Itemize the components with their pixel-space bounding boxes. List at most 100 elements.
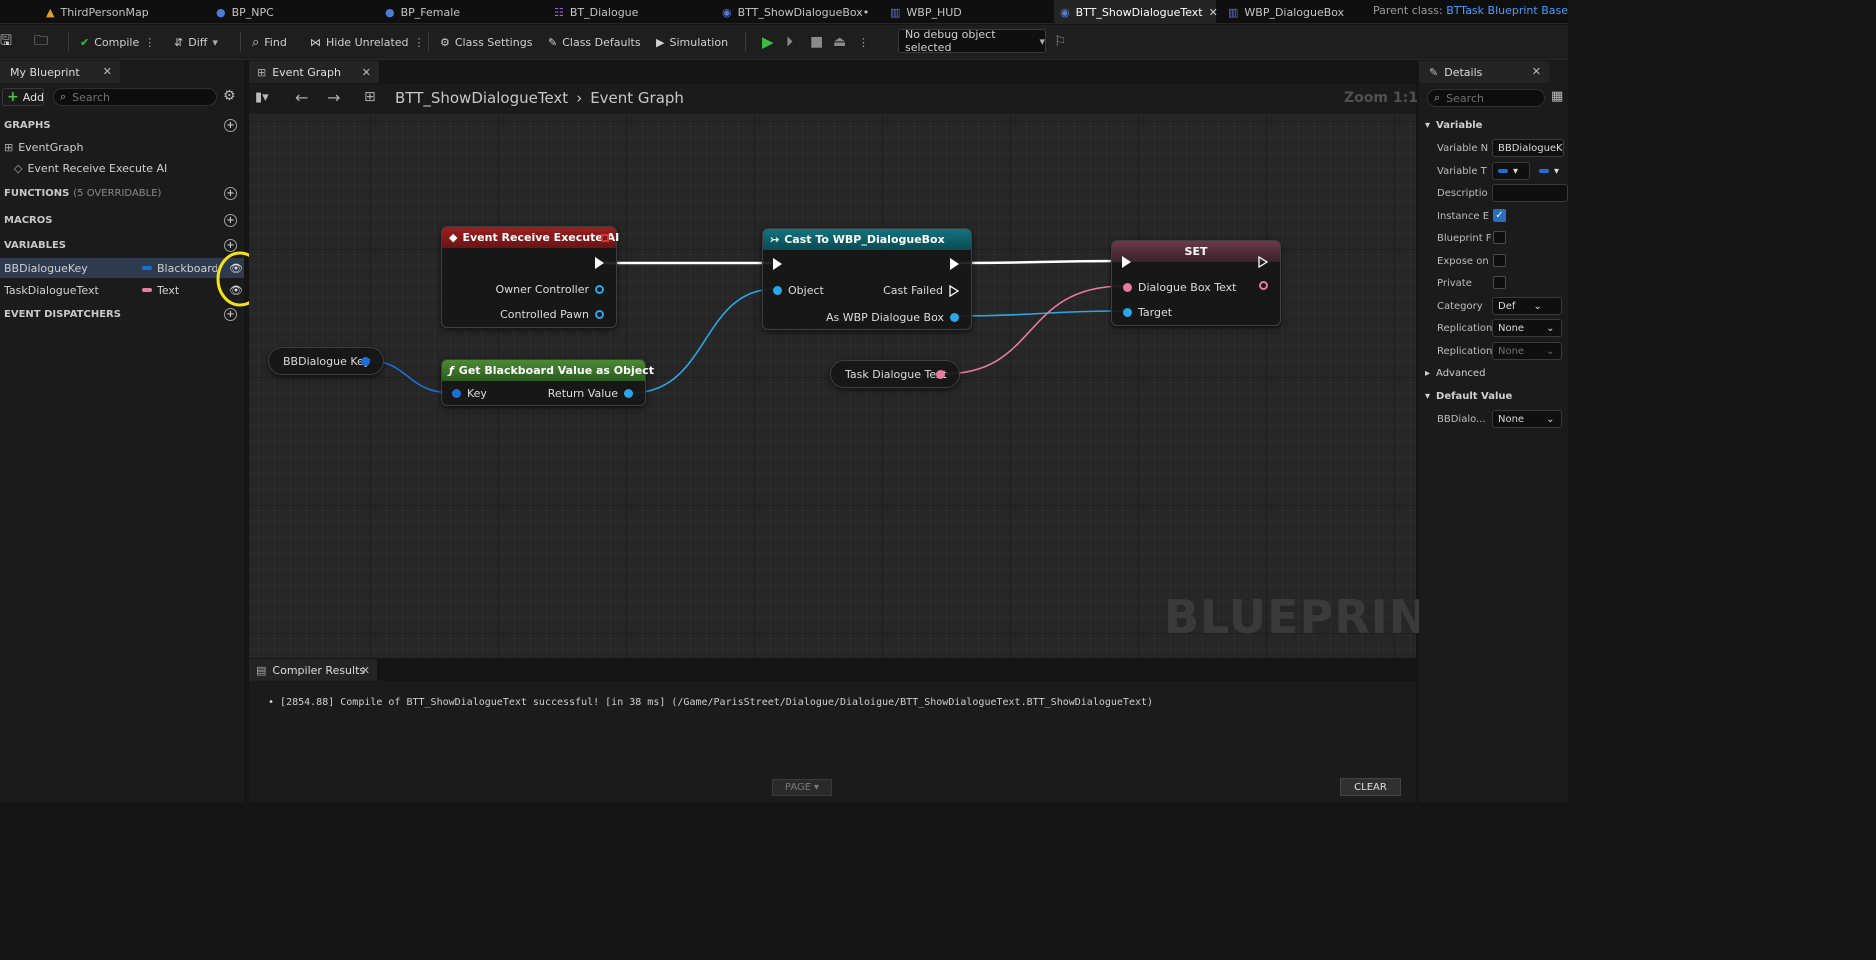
node-cast-to-wbp-dialoguebox[interactable]: ↣ Cast To WBP_DialogueBox Object Cast Fai…: [762, 228, 972, 330]
tab-btt-showdialoguebox[interactable]: ◉ BTT_ShowDialogueBox•: [722, 0, 869, 24]
event-graph-tab[interactable]: ⊞ Event Graph ✕: [249, 61, 379, 83]
close-icon[interactable]: ✕: [362, 66, 371, 79]
replication-select[interactable]: None ⌄: [1492, 319, 1562, 337]
blueprint-readonly-checkbox[interactable]: [1493, 231, 1506, 244]
details-tab[interactable]: ✎ Details ✕: [1419, 61, 1549, 83]
close-icon[interactable]: ✕: [361, 664, 370, 677]
pin-controlled-pawn[interactable]: Controlled Pawn: [500, 308, 604, 321]
browse-icon[interactable]: 🗀: [34, 31, 48, 53]
exec-in-pin[interactable]: [773, 258, 782, 270]
pin-target[interactable]: Target: [1123, 306, 1172, 319]
breadcrumb-root[interactable]: BTT_ShowDialogueText: [395, 89, 568, 107]
default-value-section-header[interactable]: ▾ Default Value: [1419, 385, 1568, 407]
variable-name-input[interactable]: BBDialogueK: [1492, 139, 1564, 157]
tab-thirdpersonmap[interactable]: ▲ ThirdPersonMap: [46, 0, 149, 24]
exec-out-pin[interactable]: [1258, 256, 1268, 268]
tab-bp-female[interactable]: ● BP_Female: [385, 0, 460, 24]
search-input[interactable]: ⌕ Search: [53, 88, 217, 106]
variable-section-header[interactable]: ▾ Variable: [1419, 114, 1568, 136]
compile-button[interactable]: ✔ Compile ⋮: [80, 31, 155, 53]
forward-arrow-icon[interactable]: →: [327, 88, 340, 107]
delegate-pin[interactable]: [601, 233, 609, 242]
expose-on-spawn-checkbox[interactable]: [1493, 254, 1506, 267]
compiler-results-tab[interactable]: ▤ Compiler Results ✕: [249, 659, 377, 681]
my-blueprint-tab[interactable]: My Blueprint ✕: [0, 61, 120, 83]
macros-section-header[interactable]: MACROS +: [0, 209, 244, 231]
tab-bp-npc[interactable]: ● BP_NPC: [216, 0, 274, 24]
bookmark-icon[interactable]: ▮▾: [255, 90, 269, 105]
play-button[interactable]: ▶: [762, 31, 774, 53]
pin-dialogue-box-text-out[interactable]: [1259, 281, 1268, 290]
graph-item-eventgraph[interactable]: ⊞ EventGraph: [0, 137, 244, 157]
node-get-blackboard-value[interactable]: ƒ Get Blackboard Value as Object Key Retu…: [441, 359, 654, 406]
category-select[interactable]: Def ⌄: [1492, 297, 1562, 315]
add-function-icon[interactable]: +: [224, 187, 237, 200]
pin-as-wbp-dialogue-box[interactable]: As WBP Dialogue Box: [826, 311, 959, 324]
pin-cast-failed[interactable]: Cast Failed: [883, 284, 959, 297]
pin-dialogue-box-text[interactable]: Dialogue Box Text: [1123, 281, 1236, 294]
add-button[interactable]: + Add: [2, 88, 44, 106]
more-options-icon[interactable]: ⋮: [858, 31, 869, 53]
output-pin[interactable]: [936, 370, 945, 379]
pin-owner-controller[interactable]: Owner Controller: [495, 283, 604, 296]
pin-object[interactable]: Object: [773, 284, 824, 297]
exec-out-pin[interactable]: [595, 257, 604, 269]
find-button[interactable]: ⌕ Find: [252, 31, 287, 53]
more-options-icon[interactable]: ⋮: [414, 36, 425, 49]
graph-canvas[interactable]: [249, 114, 1416, 658]
variable-item-taskdialoguetext[interactable]: TaskDialogueText Text 👁: [0, 280, 244, 300]
event-dispatchers-section-header[interactable]: EVENT DISPATCHERS +: [0, 303, 244, 325]
node-bbdialogue-key-getter[interactable]: BBDialogue Key: [268, 347, 384, 375]
close-icon[interactable]: ✕: [1532, 65, 1541, 78]
add-graph-icon[interactable]: +: [224, 119, 237, 132]
advanced-section-header[interactable]: ▸ Advanced: [1419, 362, 1568, 384]
exec-in-pin[interactable]: [1122, 256, 1131, 268]
save-icon[interactable]: 🖫: [0, 31, 12, 53]
graphs-section-header[interactable]: GRAPHS +: [0, 114, 244, 136]
tab-wbp-dialoguebox[interactable]: ▥ WBP_DialogueBox: [1228, 0, 1344, 24]
exec-out-pin[interactable]: [950, 258, 959, 270]
variable-type-select[interactable]: ▾: [1492, 162, 1530, 180]
eject-button[interactable]: ⏏: [833, 31, 846, 53]
debug-find-icon[interactable]: ⚐: [1054, 31, 1067, 53]
pin-key[interactable]: Key: [452, 387, 487, 400]
output-pin[interactable]: [361, 357, 370, 366]
description-input[interactable]: [1492, 184, 1568, 202]
add-macro-icon[interactable]: +: [224, 214, 237, 227]
variables-section-header[interactable]: VARIABLES +: [0, 234, 244, 256]
node-event-receive-execute-ai[interactable]: ◆ Event Receive Execute AI Owner Controll…: [441, 226, 619, 328]
instance-editable-checkbox[interactable]: ✓: [1493, 209, 1506, 222]
debug-object-select[interactable]: No debug object selected ▾: [898, 28, 1046, 54]
class-defaults-button[interactable]: ✎ Class Defaults: [548, 31, 641, 53]
settings-gear-icon[interactable]: ⚙: [223, 88, 236, 104]
close-icon[interactable]: ✕: [103, 65, 112, 78]
breadcrumb-leaf[interactable]: Event Graph: [590, 89, 684, 107]
details-search-input[interactable]: ⌕ Search: [1427, 89, 1545, 107]
node-task-dialogue-text-getter[interactable]: Task Dialogue Text: [830, 360, 960, 388]
functions-section-header[interactable]: FUNCTIONS (5 OVERRIDABLE) +: [0, 182, 244, 204]
clear-button[interactable]: CLEAR: [1340, 778, 1401, 796]
hide-unrelated-button[interactable]: ⋈ Hide Unrelated ⋮: [310, 31, 425, 53]
page-button[interactable]: PAGE ▾: [772, 779, 832, 796]
more-options-icon[interactable]: ⋮: [144, 36, 155, 49]
replication-condition-select[interactable]: None ⌄: [1492, 342, 1562, 360]
tab-btt-showdialoguetext[interactable]: ◉ BTT_ShowDialogueText ✕: [1054, 0, 1218, 24]
pin-return-value[interactable]: Return Value: [548, 387, 633, 400]
step-button[interactable]: ⏵: [786, 31, 793, 53]
diff-button[interactable]: ⇵ Diff ▾: [174, 31, 218, 53]
private-checkbox[interactable]: [1493, 276, 1506, 289]
parent-class-link[interactable]: BTTask Blueprint Base: [1446, 4, 1568, 17]
node-set[interactable]: SET Dialogue Box Text Target: [1111, 240, 1281, 326]
tab-bt-dialogue[interactable]: ☷ BT_Dialogue: [554, 0, 638, 24]
graph-item-event-receive[interactable]: ◇ Event Receive Execute AI: [0, 158, 244, 178]
back-arrow-icon[interactable]: ←: [295, 88, 308, 107]
container-type-select[interactable]: ▾: [1534, 162, 1568, 180]
default-value-select[interactable]: None ⌄: [1492, 410, 1562, 428]
view-options-icon[interactable]: ▦: [1551, 89, 1563, 104]
close-icon[interactable]: ✕: [1209, 6, 1218, 19]
variable-item-bbdialoguekey[interactable]: BBDialogueKey Blackboard K 👁: [0, 258, 244, 278]
simulation-button[interactable]: ▶ Simulation: [656, 31, 728, 53]
tab-wbp-hud[interactable]: ▥ WBP_HUD: [890, 0, 962, 24]
class-settings-button[interactable]: ⚙ Class Settings: [440, 31, 532, 53]
stop-button[interactable]: ■: [810, 31, 823, 53]
